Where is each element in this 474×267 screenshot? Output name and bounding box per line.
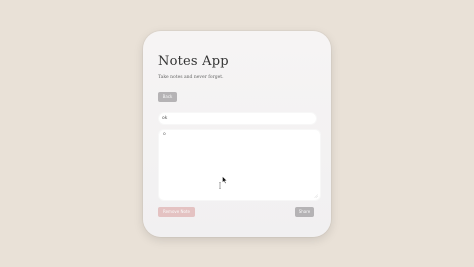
remove-note-button[interactable]: Remove Note bbox=[158, 207, 195, 217]
share-button[interactable]: Share bbox=[295, 207, 314, 217]
mouse-pointer-icon bbox=[222, 176, 228, 184]
i-beam-icon bbox=[219, 182, 221, 189]
app-title: Notes App bbox=[158, 54, 229, 69]
resize-handle-icon[interactable] bbox=[314, 194, 318, 198]
note-body-text: o bbox=[163, 132, 166, 137]
notes-card: Notes App Take notes and never forget. B… bbox=[143, 31, 331, 237]
note-title-input[interactable]: ok bbox=[158, 112, 317, 125]
app-subtitle: Take notes and never forget. bbox=[158, 75, 224, 80]
back-button[interactable]: Back bbox=[158, 92, 177, 102]
note-body-textarea[interactable]: o bbox=[158, 129, 321, 201]
